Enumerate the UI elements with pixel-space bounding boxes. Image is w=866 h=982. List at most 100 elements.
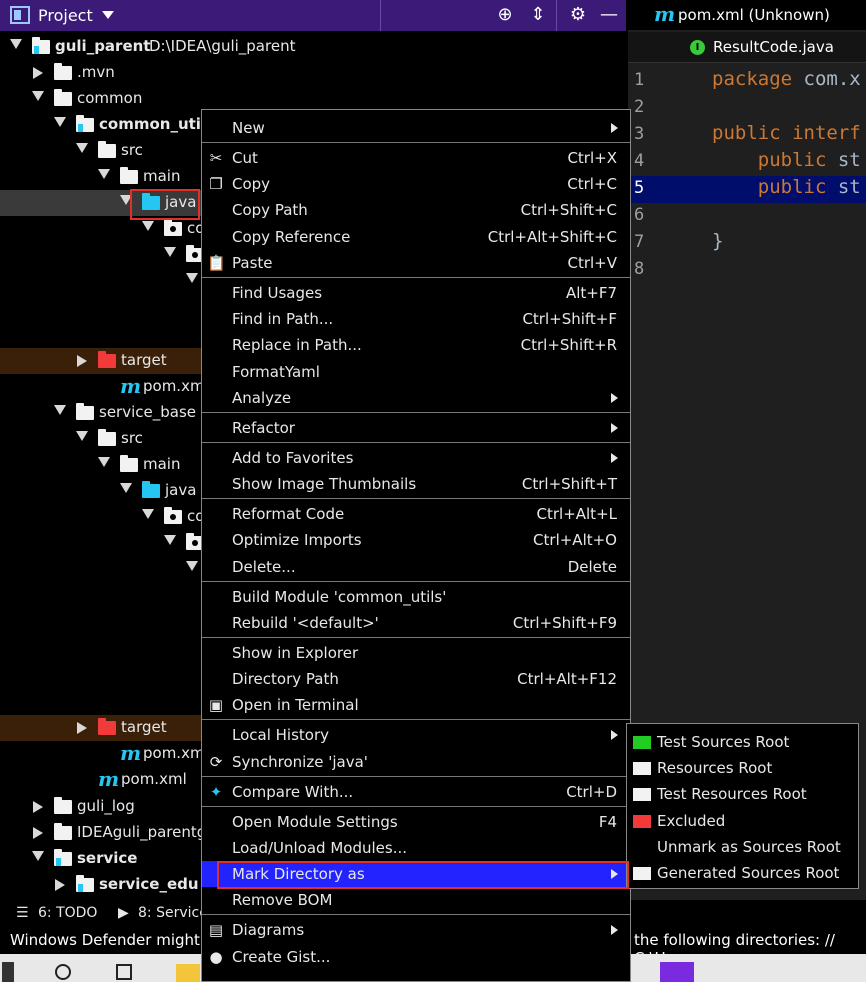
menu-item-load-unload-modules[interactable]: Load/Unload Modules...	[202, 835, 630, 861]
search-icon[interactable]	[55, 964, 71, 980]
menu-item-delete[interactable]: Delete... Delete	[202, 554, 630, 580]
menu-item-directory-path[interactable]: Directory Path Ctrl+Alt+F12	[202, 666, 630, 692]
folder-icon	[120, 167, 138, 184]
menu-item-compare-with[interactable]: ✦ Compare With... Ctrl+D	[202, 779, 630, 805]
menu-item-synchronize[interactable]: ⟳ Synchronize 'java'	[202, 749, 630, 775]
menu-item-open-module-settings[interactable]: Open Module Settings F4	[202, 809, 630, 835]
expanded-arrow-icon[interactable]	[142, 509, 154, 519]
submenu-arrow-icon	[611, 393, 618, 403]
submenu-arrow-icon	[611, 453, 618, 463]
expanded-arrow-icon[interactable]	[98, 457, 110, 467]
menu-item-show-thumbnails[interactable]: Show Image Thumbnails Ctrl+Shift+T	[202, 471, 630, 497]
excluded-folder-icon	[98, 351, 116, 368]
menu-item-replace-in-path[interactable]: Replace in Path... Ctrl+Shift+R	[202, 332, 630, 358]
editor-tab-bar: m pom.xml (Unknown)	[628, 0, 866, 30]
expanded-arrow-icon[interactable]	[164, 247, 176, 257]
tab-todo[interactable]: 6: TODO	[38, 905, 97, 921]
expanded-arrow-icon[interactable]	[142, 221, 154, 231]
collapse-all-icon[interactable]: ⇕	[527, 4, 549, 26]
menu-item-paste[interactable]: 📋 Paste Ctrl+V	[202, 250, 630, 276]
menu-item-analyze[interactable]: Analyze	[202, 385, 630, 411]
expanded-arrow-icon[interactable]	[54, 117, 66, 127]
menu-item-label: Diagrams	[232, 921, 305, 939]
editor-tab-resultcode[interactable]: I ResultCode.java	[628, 32, 866, 63]
collapsed-arrow-icon[interactable]	[33, 801, 43, 813]
menu-separator	[202, 776, 630, 777]
code-text: st	[826, 176, 861, 198]
expanded-arrow-icon[interactable]	[186, 561, 198, 571]
tree-item-label: guli_parent	[55, 37, 151, 55]
tree-row[interactable]: .mvn	[0, 60, 626, 86]
editor-tab-pom[interactable]: pom.xml (Unknown)	[678, 6, 830, 24]
collapsed-arrow-icon[interactable]	[77, 355, 87, 367]
menu-item-reformat-code[interactable]: Reformat Code Ctrl+Alt+L	[202, 501, 630, 527]
terminal-icon: ▣	[208, 696, 224, 714]
menu-item-add-to-favorites[interactable]: Add to Favorites	[202, 445, 630, 471]
code-keyword: package	[712, 68, 793, 90]
project-panel-title[interactable]: Project	[38, 6, 93, 25]
menu-item-copy[interactable]: ❐ Copy Ctrl+C	[202, 171, 630, 197]
submenu-item-resources-root[interactable]: Resources Root	[627, 755, 858, 781]
menu-item-optimize-imports[interactable]: Optimize Imports Ctrl+Alt+O	[202, 527, 630, 553]
task-view-icon[interactable]	[116, 964, 132, 980]
submenu-item-label: Test Resources Root	[657, 785, 807, 803]
menu-item-build-module[interactable]: Build Module 'common_utils'	[202, 584, 630, 610]
collapsed-arrow-icon[interactable]	[55, 879, 65, 891]
expanded-arrow-icon[interactable]	[98, 169, 110, 179]
collapsed-arrow-icon[interactable]	[33, 67, 43, 79]
expanded-arrow-icon[interactable]	[10, 39, 22, 49]
menu-item-shortcut: Ctrl+Shift+T	[521, 475, 617, 493]
menu-item-copy-path[interactable]: Copy Path Ctrl+Shift+C	[202, 197, 630, 223]
menu-item-find-in-path[interactable]: Find in Path... Ctrl+Shift+F	[202, 306, 630, 332]
locate-target-icon[interactable]: ⊕	[494, 4, 516, 26]
intellij-icon[interactable]	[660, 962, 694, 982]
menu-item-local-history[interactable]: Local History	[202, 722, 630, 748]
menu-item-label: Copy	[232, 175, 271, 193]
menu-item-format-yaml[interactable]: FormatYaml	[202, 359, 630, 385]
menu-item-shortcut: Ctrl+V	[567, 254, 617, 272]
collapsed-arrow-icon[interactable]	[33, 827, 43, 839]
menu-item-copy-reference[interactable]: Copy Reference Ctrl+Alt+Shift+C	[202, 224, 630, 250]
file-explorer-icon[interactable]	[176, 964, 200, 982]
menu-item-remove-bom[interactable]: Remove BOM	[202, 887, 630, 913]
services-icon: ▶	[118, 905, 129, 921]
status-text-left[interactable]: Windows Defender might	[10, 931, 200, 949]
menu-item-find-usages[interactable]: Find Usages Alt+F7	[202, 280, 630, 306]
tree-item-label: guli_log	[77, 797, 135, 815]
minimize-icon[interactable]: —	[598, 4, 620, 26]
menu-item-open-in-terminal[interactable]: ▣ Open in Terminal	[202, 692, 630, 718]
menu-item-label: Analyze	[232, 389, 292, 407]
expanded-arrow-icon[interactable]	[120, 483, 132, 493]
tree-item-label: target	[121, 351, 167, 369]
menu-item-show-in-explorer[interactable]: Show in Explorer	[202, 640, 630, 666]
expanded-arrow-icon[interactable]	[164, 535, 176, 545]
expanded-arrow-icon[interactable]	[76, 431, 88, 441]
menu-item-refactor[interactable]: Refactor	[202, 415, 630, 441]
submenu-item-unmark-sources-root[interactable]: Unmark as Sources Root	[627, 834, 858, 860]
menu-item-rebuild[interactable]: Rebuild '<default>' Ctrl+Shift+F9	[202, 610, 630, 636]
expanded-arrow-icon[interactable]	[54, 405, 66, 415]
expanded-arrow-icon[interactable]	[76, 143, 88, 153]
submenu-item-generated-sources-root[interactable]: Generated Sources Root	[627, 860, 858, 886]
submenu-item-test-resources-root[interactable]: Test Resources Root	[627, 781, 858, 807]
gear-icon[interactable]: ⚙	[567, 4, 589, 26]
test-resources-root-folder-icon	[633, 788, 651, 801]
line-number: 2	[634, 97, 645, 117]
expanded-arrow-icon[interactable]	[32, 91, 44, 101]
menu-item-label: Open in Terminal	[232, 696, 359, 714]
menu-item-diagrams[interactable]: ▤ Diagrams	[202, 917, 630, 943]
menu-item-new[interactable]: New	[202, 115, 630, 141]
tree-item-label: pom.xml	[143, 377, 209, 395]
submenu-item-test-sources-root[interactable]: Test Sources Root	[627, 729, 858, 755]
collapsed-arrow-icon[interactable]	[77, 722, 87, 734]
chevron-down-icon[interactable]	[102, 11, 114, 19]
menu-item-cut[interactable]: ✂ Cut Ctrl+X	[202, 145, 630, 171]
submenu-item-excluded[interactable]: Excluded	[627, 808, 858, 834]
menu-item-create-gist[interactable]: ● Create Gist...	[202, 944, 630, 970]
windows-start-icon[interactable]	[2, 962, 14, 982]
maven-file-icon: m	[98, 767, 120, 791]
expanded-arrow-icon[interactable]	[186, 273, 198, 283]
tree-row[interactable]: guli_parent D:\IDEA\guli_parent	[0, 34, 626, 60]
expanded-arrow-icon[interactable]	[32, 851, 44, 861]
package-icon	[164, 219, 182, 236]
